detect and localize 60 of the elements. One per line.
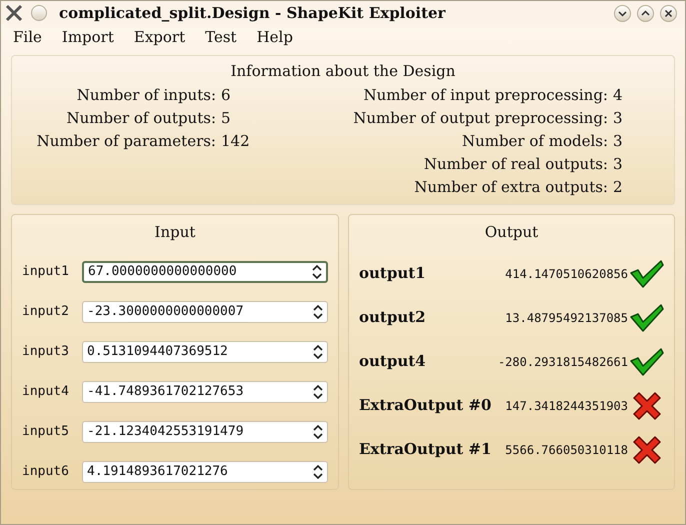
info-value: 2 [613, 176, 623, 198]
output-label: output4 [359, 351, 426, 372]
panel-title: Input [154, 222, 196, 243]
info-value: 142 [221, 130, 250, 152]
close-icon [664, 8, 673, 18]
spin-arrows-icon [313, 384, 323, 400]
number-field[interactable]: -23.3000000000000007 [82, 300, 328, 322]
info-value: 6 [221, 84, 231, 106]
input-label: input4 [22, 382, 70, 401]
output-value: 414.1470510620856 [504, 266, 628, 282]
spin-arrows-icon [312, 264, 322, 280]
input-label: input3 [22, 342, 70, 361]
app-icon [5, 4, 23, 22]
minimize-button[interactable] [614, 4, 631, 22]
window-title: complicated_split.Design - ShapeKit Exploiter [59, 2, 446, 24]
spin-arrows-icon [313, 304, 323, 320]
menu-item[interactable]: File [13, 26, 42, 48]
menu-item[interactable]: Help [256, 26, 293, 48]
info-label: Number of inputs: [76, 84, 216, 106]
info-label: Number of extra outputs: [413, 176, 608, 198]
number-field[interactable]: 4.1914893617021276 [82, 460, 328, 482]
output-label: output2 [359, 307, 426, 328]
info-value: 4 [613, 84, 623, 106]
panel-title: Output [484, 222, 540, 243]
number-field[interactable]: 67.0000000000000000 [82, 260, 328, 282]
output-value: 147.3418244351903 [504, 398, 628, 414]
minimize-icon [618, 8, 627, 18]
info-label: Number of input preprocessing: [362, 84, 608, 106]
output-value: 5566.766050310118 [504, 442, 628, 458]
info-value: 5 [221, 108, 231, 129]
menu-item[interactable]: Test [205, 26, 237, 48]
info-label: Number of models: [460, 130, 608, 152]
info-value: 3 [613, 130, 623, 152]
number-field[interactable]: -41.7489361702127653 [82, 380, 328, 402]
output-label: ExtraOutput #1 [359, 439, 492, 460]
input-label: input5 [22, 422, 70, 441]
spin-arrows-icon [313, 464, 323, 480]
input-label: input1 [22, 262, 70, 281]
output-label: output1 [359, 263, 426, 284]
output-value: -280.2931815482661 [496, 354, 628, 370]
info-label: Number of outputs: [65, 108, 216, 129]
output-value: 13.48795492137085 [504, 310, 628, 326]
spin-arrows-icon [313, 344, 323, 360]
close-button[interactable] [660, 4, 677, 22]
input-label: input2 [22, 302, 70, 321]
menu-item[interactable]: Export [134, 26, 186, 48]
info-value: 3 [613, 154, 623, 175]
input-label: input6 [22, 462, 70, 481]
number-field[interactable]: 0.5131094407369512 [82, 340, 328, 362]
panel-title: Information about the Design [230, 61, 456, 82]
info-label: Number of real outputs: [422, 154, 608, 175]
info-label: Number of parameters: [36, 130, 216, 152]
maximize-button[interactable] [637, 4, 654, 22]
menu-item[interactable]: Import [62, 26, 114, 48]
spin-arrows-icon [313, 424, 323, 440]
maximize-icon [641, 8, 650, 18]
output-label: ExtraOutput #0 [359, 395, 492, 416]
number-field[interactable]: -21.1234042553191479 [82, 420, 328, 442]
info-label: Number of output preprocessing: [352, 108, 608, 129]
info-value: 3 [613, 108, 623, 129]
